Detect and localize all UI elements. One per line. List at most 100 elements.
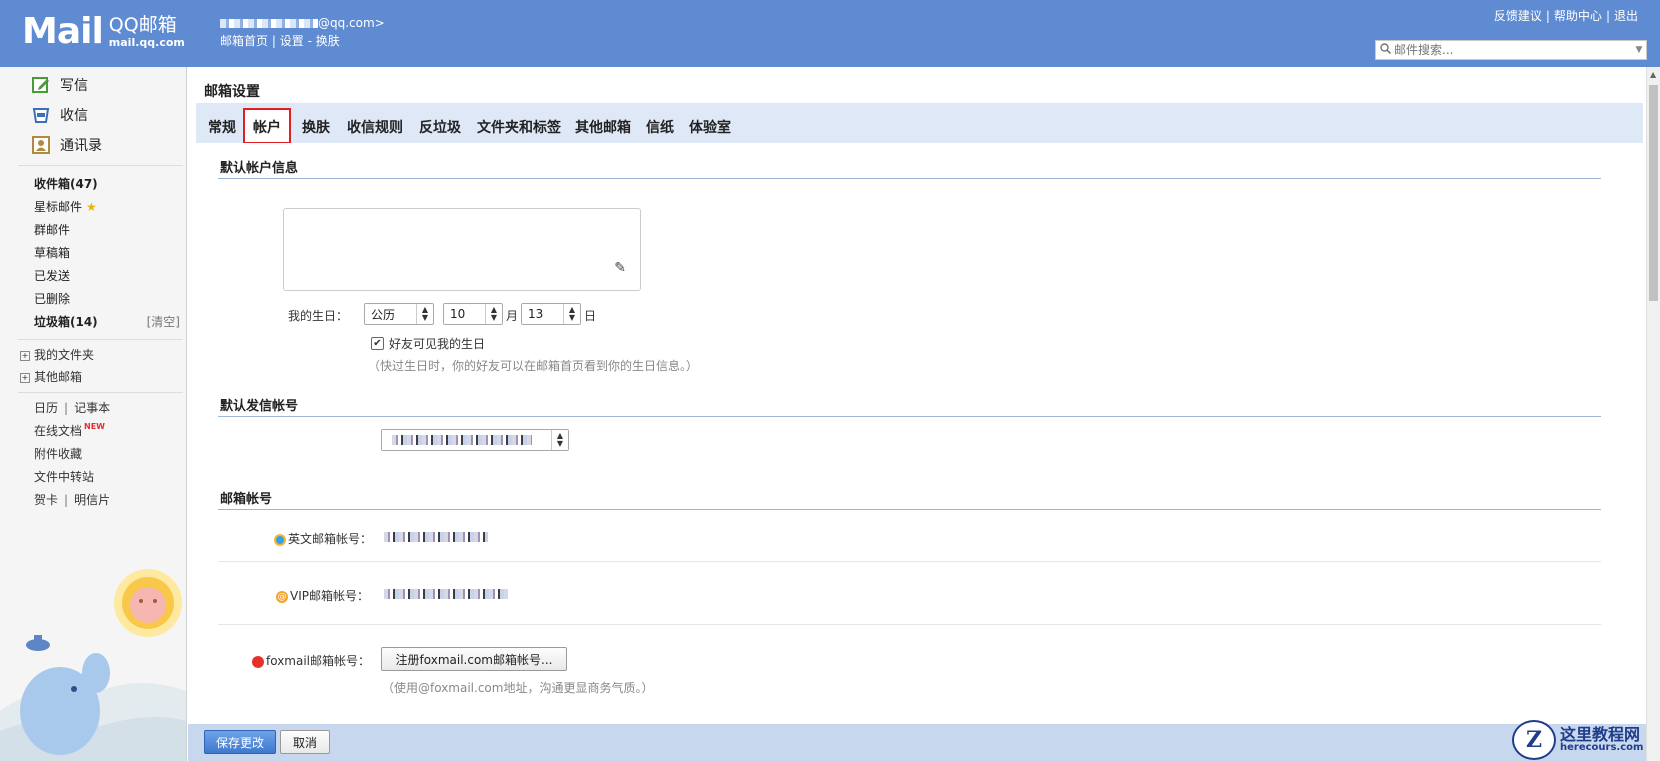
folder-sent[interactable]: 已发送 bbox=[34, 267, 70, 284]
birthday-month-select[interactable]: 10 ▲ ▼ bbox=[443, 303, 503, 325]
watermark-en: herecours.com bbox=[1560, 742, 1644, 753]
tools-row-cards: 贺卡 | 明信片 bbox=[34, 493, 111, 507]
row-divider bbox=[218, 561, 1601, 562]
blurred-username bbox=[220, 19, 318, 28]
new-badge: NEW bbox=[84, 422, 105, 431]
nav-dash: - bbox=[307, 34, 312, 48]
select-arrows-icon: ▲ ▼ bbox=[416, 304, 433, 324]
section-title-mail-accounts: 邮箱帐号 bbox=[220, 492, 273, 507]
tab-lab[interactable]: 体验室 bbox=[689, 117, 731, 137]
search-input[interactable] bbox=[1394, 43, 1632, 57]
scroll-up-icon[interactable]: ▲ bbox=[1650, 70, 1656, 79]
signature-box[interactable]: ✎ bbox=[283, 208, 641, 291]
foxmail-icon bbox=[252, 655, 264, 668]
compose-icon bbox=[32, 76, 50, 94]
clear-spam-link[interactable]: [清空] bbox=[147, 313, 180, 330]
skin-link[interactable]: 换肤 bbox=[316, 34, 340, 48]
logo-mail-text: Mail bbox=[22, 11, 104, 52]
tab-account[interactable]: 帐户 bbox=[243, 108, 291, 144]
row-divider bbox=[218, 624, 1601, 625]
tab-rules[interactable]: 收信规则 bbox=[347, 117, 403, 137]
qq-mail-logo[interactable]: Mail QQ邮箱 mail.qq.com bbox=[22, 12, 185, 52]
qq-penguin-icon bbox=[274, 533, 286, 546]
notes-link[interactable]: 记事本 bbox=[74, 401, 110, 415]
scrollbar-thumb[interactable] bbox=[1649, 85, 1658, 301]
blurred-english-account bbox=[384, 532, 488, 542]
foxmail-hint: （使用@foxmail.com地址，沟通更显商务气质。） bbox=[382, 681, 654, 695]
folder-spam[interactable]: 垃圾箱(14) bbox=[34, 313, 98, 330]
logo-domain: mail.qq.com bbox=[108, 36, 185, 49]
birthday-day-select[interactable]: 13 ▲ ▼ bbox=[521, 303, 581, 325]
sidebar-divider bbox=[18, 392, 183, 393]
blurred-sender-address bbox=[392, 435, 532, 445]
section-divider bbox=[218, 509, 1601, 510]
section-divider bbox=[218, 178, 1601, 179]
month-unit: 月 bbox=[506, 309, 519, 323]
watermark: Z 这里教程网 herecours.com bbox=[1512, 720, 1643, 760]
foxmail-account-label: foxmail邮箱帐号： bbox=[252, 652, 370, 669]
top-header: Mail QQ邮箱 mail.qq.com @qq.com> 邮箱首页 | 设置… bbox=[0, 0, 1660, 67]
receive-button[interactable]: 收信 bbox=[32, 105, 88, 125]
vip-at-icon: @ bbox=[276, 590, 288, 603]
expand-icon[interactable]: + bbox=[20, 372, 30, 383]
tab-antispam[interactable]: 反垃圾 bbox=[419, 117, 461, 137]
tools-row-calendar: 日历 | 记事本 bbox=[34, 401, 111, 415]
feedback-link[interactable]: 反馈建议 bbox=[1494, 9, 1542, 23]
tab-stationery[interactable]: 信纸 bbox=[646, 117, 674, 137]
default-sender-select[interactable]: ▲ ▼ bbox=[381, 429, 569, 451]
search-dropdown-icon[interactable]: ▼ bbox=[1632, 45, 1646, 55]
mail-search[interactable]: ▼ bbox=[1375, 40, 1647, 60]
folder-starred[interactable]: 星标邮件 ★ bbox=[34, 198, 97, 215]
register-foxmail-button[interactable]: 注册foxmail.com邮箱帐号... bbox=[381, 647, 567, 671]
save-changes-button[interactable]: 保存更改 bbox=[204, 730, 276, 754]
checkmark-icon[interactable]: ✔ bbox=[371, 337, 384, 350]
attachments-link[interactable]: 附件收藏 bbox=[34, 445, 82, 462]
english-account-label: 英文邮箱帐号： bbox=[274, 530, 372, 547]
watermark-cn: 这里教程网 bbox=[1560, 725, 1641, 744]
section-title-account-info: 默认帐户信息 bbox=[220, 161, 299, 176]
file-transfer-link[interactable]: 文件中转站 bbox=[34, 468, 94, 485]
help-center-link[interactable]: 帮助中心 bbox=[1554, 9, 1602, 23]
compose-button[interactable]: 写信 bbox=[32, 75, 88, 95]
settings-tabs: 常规 帐户 换肤 收信规则 反垃圾 文件夹和标签 其他邮箱 信纸 体验室 bbox=[196, 103, 1643, 144]
greeting-card-link[interactable]: 贺卡 bbox=[34, 493, 58, 507]
settings-footer: 保存更改 取消 bbox=[188, 724, 1646, 761]
tab-other-mail[interactable]: 其他邮箱 bbox=[575, 117, 631, 137]
folder-drafts[interactable]: 草稿箱 bbox=[34, 244, 70, 261]
sidebar-illustration bbox=[0, 569, 186, 761]
expand-icon[interactable]: + bbox=[20, 350, 30, 361]
blurred-vip-account bbox=[384, 589, 508, 599]
settings-content: 默认帐户信息 ✎ 我的生日： 公历 ▲ ▼ 10 ▲ ▼ 月 13 ▲ ▼ 日 ✔ 好… bbox=[196, 143, 1643, 719]
sidebar: 写信 收信 通讯录 收件箱(47) 星标邮件 ★ 群邮件 草稿箱 已发送 已删除 … bbox=[0, 67, 187, 761]
edit-pencil-icon[interactable]: ✎ bbox=[614, 260, 626, 276]
show-birthday-checkbox[interactable]: ✔ 好友可见我的生日 bbox=[371, 335, 485, 352]
mail-home-link[interactable]: 邮箱首页 bbox=[220, 34, 268, 48]
page-title: 邮箱设置 bbox=[204, 84, 260, 100]
docs-link[interactable]: 在线文档 NEW bbox=[34, 422, 105, 439]
inbox-icon bbox=[32, 106, 50, 124]
calendar-link[interactable]: 日历 bbox=[34, 401, 58, 415]
vip-account-label: @ VIP邮箱帐号： bbox=[276, 589, 369, 603]
tree-my-folders[interactable]: + 我的文件夹 bbox=[20, 346, 94, 363]
folder-inbox[interactable]: 收件箱(47) bbox=[34, 175, 98, 192]
folder-group[interactable]: 群邮件 bbox=[34, 221, 70, 238]
tree-other-mail[interactable]: + 其他邮箱 bbox=[20, 368, 82, 385]
logo-brand: QQ邮箱 bbox=[108, 14, 177, 36]
page-scrollbar[interactable]: ▲ bbox=[1646, 67, 1660, 761]
sun-icon bbox=[114, 569, 182, 637]
contacts-button[interactable]: 通讯录 bbox=[32, 135, 102, 155]
top-links: 反馈建议 | 帮助中心 | 退出 bbox=[1493, 9, 1638, 23]
sidebar-divider bbox=[18, 339, 183, 340]
settings-link[interactable]: 设置 bbox=[280, 34, 304, 48]
account-email-suffix: @qq.com> bbox=[318, 16, 385, 30]
contacts-icon bbox=[32, 136, 50, 154]
cancel-button[interactable]: 取消 bbox=[280, 730, 330, 754]
tab-skin[interactable]: 换肤 bbox=[302, 117, 330, 137]
nav-separator: | bbox=[271, 34, 276, 48]
logout-link[interactable]: 退出 bbox=[1614, 9, 1638, 23]
postcard-link[interactable]: 明信片 bbox=[74, 493, 110, 507]
calendar-type-select[interactable]: 公历 ▲ ▼ bbox=[364, 303, 434, 325]
tab-folders-labels[interactable]: 文件夹和标签 bbox=[477, 117, 561, 137]
tab-general[interactable]: 常规 bbox=[208, 117, 236, 137]
folder-deleted[interactable]: 已删除 bbox=[34, 290, 70, 307]
